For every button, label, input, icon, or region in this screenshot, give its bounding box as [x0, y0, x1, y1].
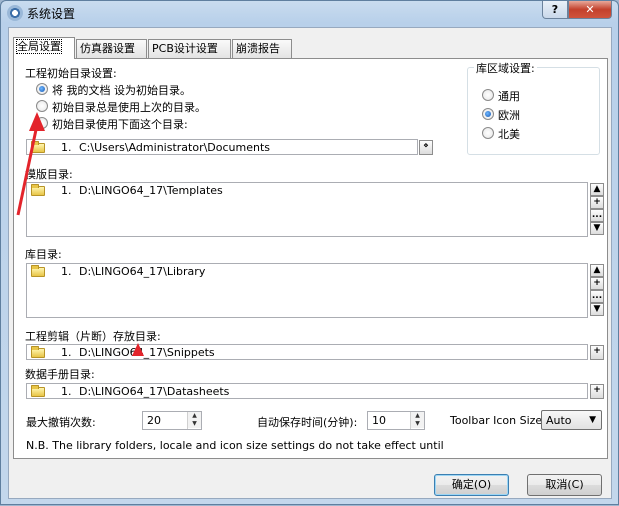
tab-label: 全局设置	[16, 39, 62, 54]
annotation-arrow-head	[29, 112, 45, 131]
annotation-arrow-line	[16, 124, 39, 216]
annotation-overlay	[16, 112, 144, 356]
annotation-arrow-head	[132, 343, 144, 356]
settings-window: 系统设置 ? ✕ 全局设置 仿真器设置 PCB设计设置 崩溃报告 工程初始目录设…	[0, 0, 619, 505]
tab-global-settings[interactable]: 全局设置	[13, 37, 75, 59]
